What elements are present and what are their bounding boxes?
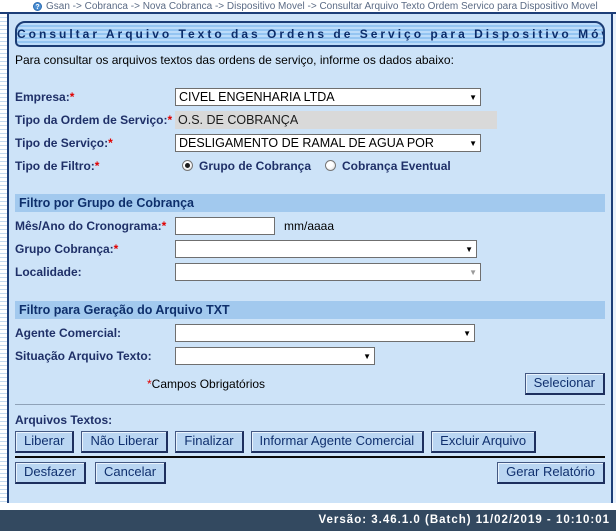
localidade-select: ▼ (175, 263, 481, 281)
liberar-button[interactable]: Liberar (15, 431, 74, 453)
chevron-down-icon: ▼ (469, 268, 477, 277)
tipo-ordem-servico-label: Tipo da Ordem de Serviço:* (15, 113, 175, 127)
chevron-down-icon: ▼ (465, 245, 473, 254)
tipo-servico-value: DESLIGAMENTO DE RAMAL DE AGUA POR (179, 136, 434, 150)
agente-comercial-label: Agente Comercial: (15, 326, 175, 340)
chevron-down-icon: ▼ (463, 329, 471, 338)
chevron-down-icon: ▼ (469, 93, 477, 102)
main-content: Consultar Arquivo Texto das Ordens de Se… (9, 14, 611, 503)
situacao-arquivo-label: Situação Arquivo Texto: (15, 349, 175, 363)
grupo-cobranca-label: Grupo Cobrança:* (15, 242, 175, 256)
mes-ano-label: Mês/Ano do Cronograma:* (15, 219, 175, 233)
version-footer: Versão: 3.46.1.0 (Batch) 11/02/2019 - 10… (0, 510, 616, 531)
situacao-arquivo-select[interactable]: ▼ (175, 347, 375, 365)
grupo-cobranca-select[interactable]: ▼ (175, 240, 477, 258)
excluir-arquivo-button[interactable]: Excluir Arquivo (431, 431, 536, 453)
radio-cobranca-eventual[interactable] (325, 160, 336, 171)
row-tipo-ordem-servico: Tipo da Ordem de Serviço:* O.S. DE COBRA… (15, 108, 605, 131)
breadcrumb: ? Gsan -> Cobranca -> Nova Cobranca -> D… (0, 0, 616, 12)
finalizar-button[interactable]: Finalizar (175, 431, 243, 453)
chevron-down-icon: ▼ (469, 139, 477, 148)
row-tipo-servico: Tipo de Serviço:* DESLIGAMENTO DE RAMAL … (15, 131, 605, 154)
row-empresa: Empresa:* CIVEL ENGENHARIA LTDA ▼ (15, 85, 605, 108)
help-icon[interactable]: ? (33, 2, 42, 11)
left-menu-strip (0, 14, 7, 503)
nao-liberar-button[interactable]: Não Liberar (81, 431, 168, 453)
agente-comercial-select[interactable]: ▼ (175, 324, 475, 342)
row-situacao-arquivo: Situação Arquivo Texto: ▼ (15, 344, 605, 367)
divider-dark (15, 456, 605, 458)
section-filtro-geracao-txt: Filtro para Geração do Arquivo TXT (15, 301, 605, 319)
mes-ano-hint: mm/aaaa (284, 219, 334, 233)
row-mes-ano: Mês/Ano do Cronograma:* mm/aaaa (15, 214, 605, 237)
page-title: Consultar Arquivo Texto das Ordens de Se… (15, 21, 605, 47)
cancelar-button[interactable]: Cancelar (95, 462, 166, 484)
empresa-label: Empresa:* (15, 90, 175, 104)
gerar-relatorio-button[interactable]: Gerar Relatório (497, 462, 605, 484)
mes-ano-input[interactable] (175, 217, 275, 235)
row-agente-comercial: Agente Comercial: ▼ (15, 321, 605, 344)
informar-agente-comercial-button[interactable]: Informar Agente Comercial (251, 431, 425, 453)
tipo-filtro-radio-group: Grupo de Cobrança Cobrança Eventual (175, 159, 465, 173)
arquivos-textos-label: Arquivos Textos: (15, 413, 605, 427)
required-fields-note: *Campos Obrigatórios (147, 377, 265, 391)
localidade-label: Localidade: (15, 265, 175, 279)
row-tipo-filtro: Tipo de Filtro:* Grupo de Cobrança Cobra… (15, 154, 605, 177)
empresa-select[interactable]: CIVEL ENGENHARIA LTDA ▼ (175, 88, 481, 106)
tipo-servico-select[interactable]: DESLIGAMENTO DE RAMAL DE AGUA POR ▼ (175, 134, 481, 152)
tipo-servico-label: Tipo de Serviço:* (15, 136, 175, 150)
tipo-ordem-servico-field: O.S. DE COBRANÇA (175, 111, 497, 129)
footer-gap (0, 503, 616, 510)
radio-grupo-cobranca[interactable] (182, 160, 193, 171)
radio-grupo-cobranca-label: Grupo de Cobrança (199, 159, 311, 173)
radio-cobranca-eventual-label: Cobrança Eventual (342, 159, 451, 173)
selecionar-button[interactable]: Selecionar (525, 373, 605, 395)
row-grupo-cobranca: Grupo Cobrança:* ▼ (15, 237, 605, 260)
chevron-down-icon: ▼ (363, 352, 371, 361)
intro-text: Para consultar os arquivos textos das or… (15, 53, 605, 67)
breadcrumb-path: Gsan -> Cobranca -> Nova Cobranca -> Dis… (46, 1, 598, 12)
gsan-window: ? Gsan -> Cobranca -> Nova Cobranca -> D… (0, 0, 616, 531)
empresa-value: CIVEL ENGENHARIA LTDA (179, 90, 335, 104)
desfazer-button[interactable]: Desfazer (15, 462, 86, 484)
divider (15, 404, 605, 405)
section-filtro-grupo-cobranca: Filtro por Grupo de Cobrança (15, 194, 605, 212)
tipo-filtro-label: Tipo de Filtro:* (15, 159, 175, 173)
row-localidade: Localidade: ▼ (15, 260, 605, 283)
